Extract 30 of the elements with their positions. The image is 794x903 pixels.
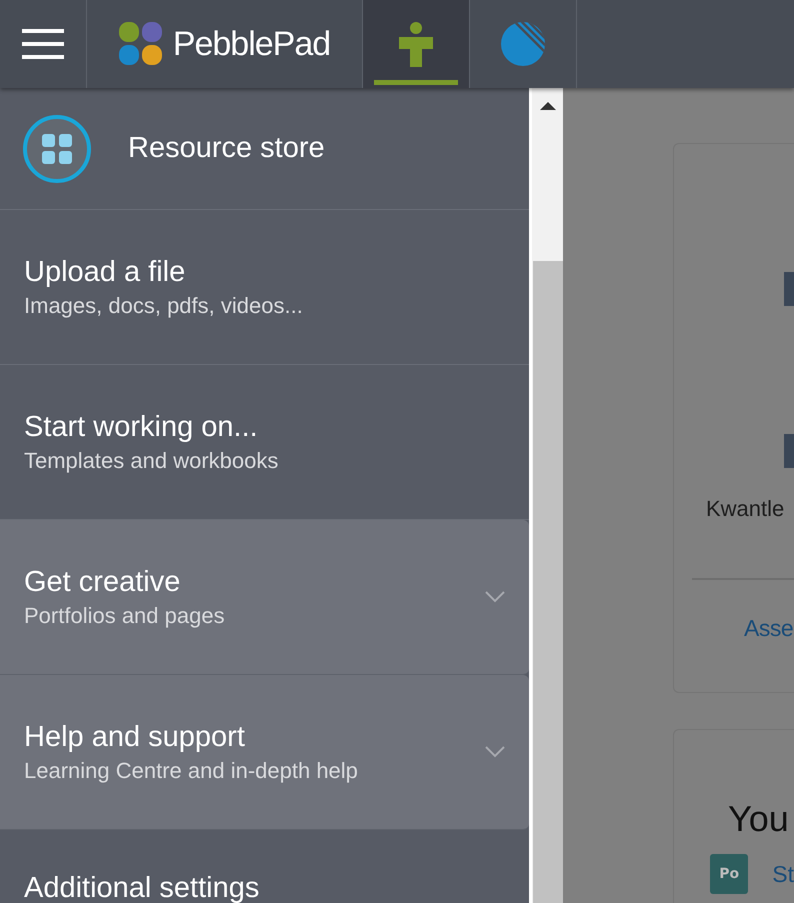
brand-name: PebblePad [172,24,330,64]
logo-icon [118,22,163,66]
scroll-up-icon [540,101,556,111]
person-icon [399,21,433,67]
grid-icon [22,114,92,184]
item-title: Start working on... [24,410,259,444]
item-badge: Po [710,854,748,894]
scroll-thumb[interactable] [532,261,562,903]
menu-item[interactable]: Get creative Portfolios and pages [0,520,529,675]
item-title: Get creative [24,566,182,598]
chevron-icon[interactable] [485,746,505,758]
item-subtitle: Images, docs, pdfs, videos... [24,292,304,318]
striped-circle-icon [501,22,545,66]
item-title: Resource store [128,132,325,165]
nav-tab[interactable] [363,0,470,88]
item-subtitle: Templates and workbooks [24,448,280,474]
image-edge [784,434,794,468]
menu-item[interactable]: Help and support Learning Centre and in-depth help [0,675,529,830]
image-edge [784,272,794,306]
card-text: Kwantle [706,496,786,522]
item-title: Upload a file [24,256,186,288]
item-subtitle: Learning Centre and in-depth help [24,758,359,784]
chevron-icon[interactable] [485,591,505,603]
item-title[interactable]: Additional settings [24,872,260,903]
resource-store-item[interactable]: Resource store [0,88,529,210]
card-heading: You [728,798,790,840]
menu-icon [22,29,64,59]
item-subtitle: Portfolios and pages [24,602,226,628]
scrollbar[interactable] [529,88,563,903]
item-title: Help and support [24,720,246,754]
